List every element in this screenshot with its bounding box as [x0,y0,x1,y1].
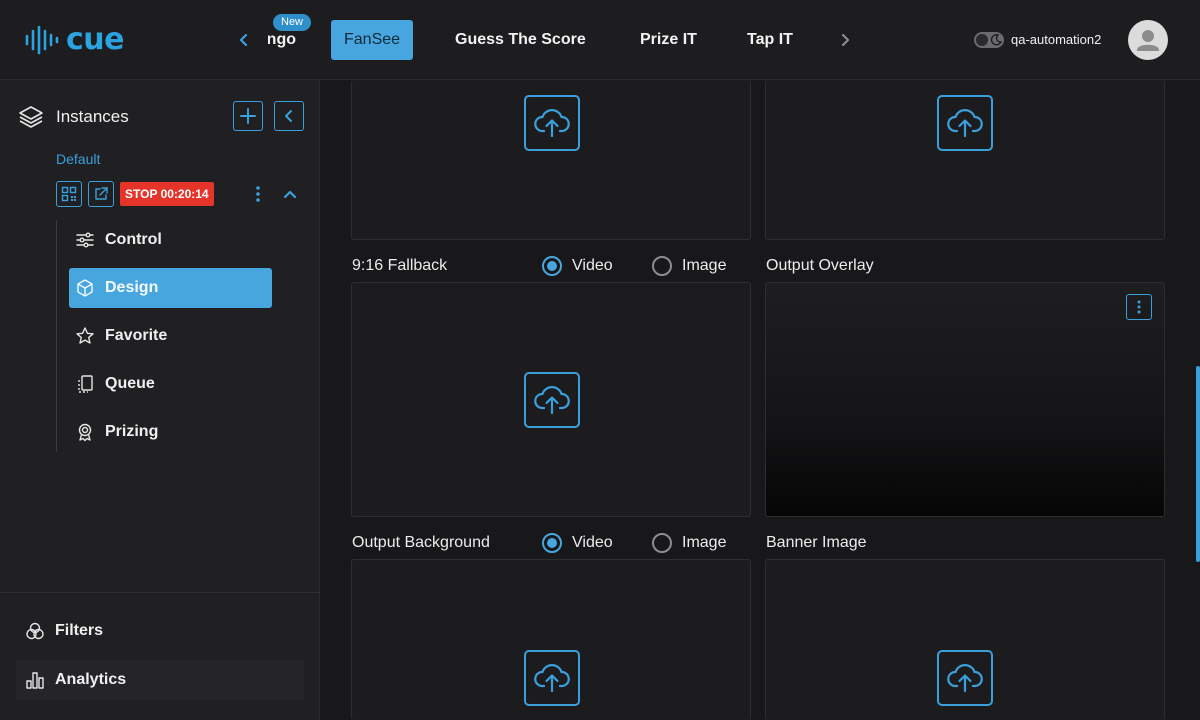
queue-icon [78,375,93,393]
media-panel [765,80,1165,240]
filters-icon [26,622,44,640]
radio-label: Video [572,257,613,274]
chevron-up-icon [283,190,297,199]
plus-icon [240,108,256,124]
tab-label: FanSee [344,31,401,48]
kebab-icon [1137,300,1141,314]
analytics-icon [26,672,44,689]
background-video-radio[interactable]: Video [542,533,613,553]
background-image-radio[interactable]: Image [652,533,726,553]
upload-button[interactable] [937,650,993,706]
award-icon [78,423,92,442]
sidebar-item-label: Queue [105,375,155,392]
add-instance-button[interactable] [233,101,263,131]
output-overlay-label: Output Overlay [766,257,874,274]
upload-button[interactable] [524,95,580,151]
cloud-upload-icon [947,664,983,693]
tabs-scroll-left-button[interactable] [232,28,256,52]
upload-button[interactable] [524,650,580,706]
collapse-instance-button[interactable] [280,184,300,204]
tab-label: Prize IT [640,31,697,48]
sidebar-item-control[interactable]: Control [69,220,272,260]
instances-header: Instances [18,104,129,130]
tree-line [56,220,57,452]
tab-label: Guess The Score [455,31,586,48]
tab-tap-it[interactable]: Tap IT [747,20,793,60]
sidebar-item-analytics[interactable]: Analytics [16,660,304,700]
chevron-left-icon [285,110,292,122]
fallback-video-radio[interactable]: Video [542,256,613,276]
tab-prize-it[interactable]: Prize IT [640,20,697,60]
sidebar-item-label: Design [105,279,159,296]
tabs-scroll-right-button[interactable] [833,28,857,52]
radio-unselected [652,533,672,553]
fallback-media-panel [351,282,751,517]
user-icon [1137,30,1159,51]
fallback-label: 9:16 Fallback [352,257,448,274]
qr-code-icon [61,186,77,202]
layers-icon [19,106,43,128]
sidebar-item-label: Control [105,231,162,248]
sidebar-item-label: Prizing [105,423,159,440]
radio-selected [542,256,562,276]
radio-label: Video [572,534,613,551]
banner-image-label: Banner Image [766,534,867,551]
cloud-upload-icon [534,664,570,693]
logo-text: cue [66,22,125,57]
output-overlay-panel [765,282,1165,517]
tab-fansee[interactable]: FanSee [331,20,414,60]
tab-label: ngo [268,31,296,48]
fallback-image-radio[interactable]: Image [652,256,726,276]
qr-code-button[interactable] [56,181,82,207]
instance-menu-button[interactable] [250,184,266,204]
sliders-icon [76,232,94,248]
theme-toggle[interactable] [974,32,1004,48]
cube-icon [77,279,93,297]
new-badge: New [273,14,312,31]
star-icon [76,327,94,344]
sidebar-item-favorite[interactable]: Favorite [69,316,272,356]
cloud-upload-icon [534,386,570,415]
scrollbar[interactable] [1196,366,1200,562]
banner-image-panel [765,559,1165,720]
sidebar-item-label: Favorite [105,327,168,344]
sidebar-item-filters[interactable]: Filters [16,611,304,651]
sidebar-item-label: Filters [55,622,104,639]
output-background-label: Output Background [352,534,490,551]
tab-guess-the-score[interactable]: Guess The Score [455,20,586,60]
cloud-upload-icon [947,109,983,138]
upload-button[interactable] [937,95,993,151]
radio-unselected [652,256,672,276]
chevron-left-icon [239,33,248,47]
external-link-icon [95,187,108,200]
collapse-sidebar-button[interactable] [274,101,304,131]
chevron-right-icon [841,33,850,47]
media-panel [351,80,751,240]
stop-timer-button[interactable]: STOP 00:20:14 [120,182,214,206]
cue-logo[interactable]: cue [24,22,125,58]
sidebar-item-queue[interactable]: Queue [69,364,272,404]
overlay-menu-button[interactable] [1126,294,1152,320]
radio-label: Image [682,534,727,551]
output-background-panel [351,559,751,720]
waveform-icon [25,25,59,55]
toggle-knob [976,34,988,46]
username[interactable]: qa-automation2 [1011,30,1101,50]
instances-title: Instances [56,107,129,126]
sidebar-item-prizing[interactable]: Prizing [69,412,272,452]
instance-name[interactable]: Default [56,151,100,167]
sidebar-divider [0,592,320,593]
open-external-button[interactable] [88,181,114,207]
sidebar-item-design[interactable]: Design [69,268,272,308]
top-bar: cue ngo New FanSee Guess The Score Prize… [0,0,1200,80]
sidebar-item-label: Analytics [55,671,127,688]
tab-label: Tap IT [747,31,793,48]
avatar[interactable] [1128,20,1168,60]
upload-button[interactable] [524,372,580,428]
moon-icon [990,34,1002,46]
radio-label: Image [682,257,727,274]
radio-selected [542,533,562,553]
cloud-upload-icon [534,109,570,138]
kebab-icon [256,186,260,202]
